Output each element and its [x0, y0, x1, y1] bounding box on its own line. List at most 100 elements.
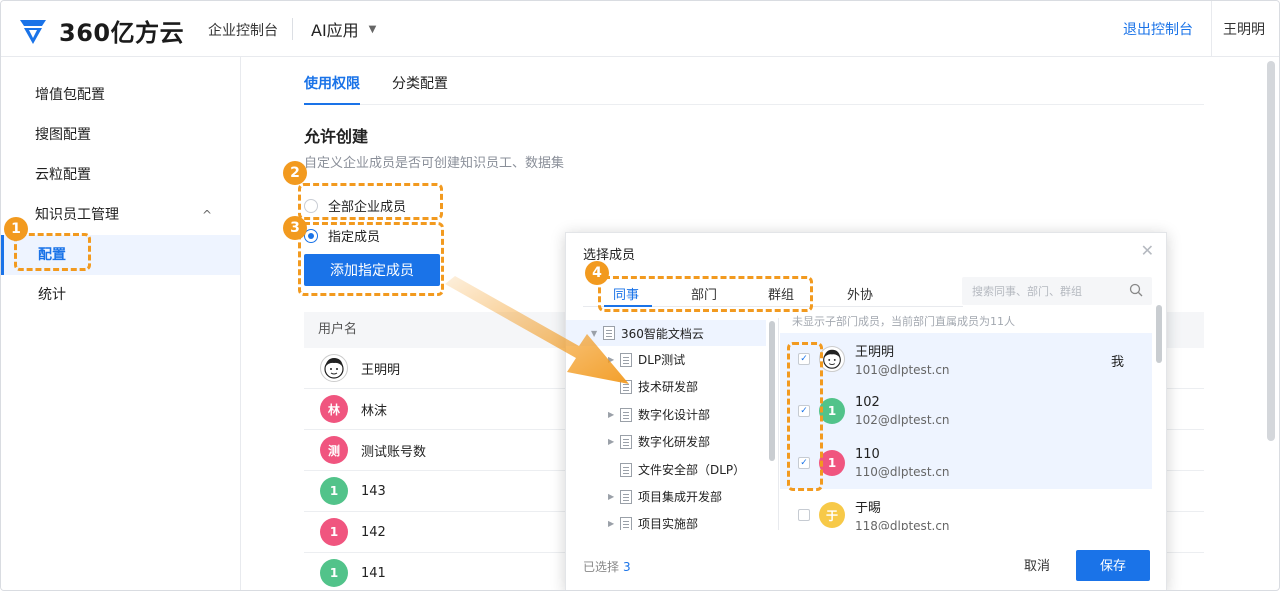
member-scrollbar[interactable] — [1156, 305, 1162, 363]
close-icon[interactable]: ✕ — [1141, 241, 1154, 260]
member-checkbox[interactable] — [798, 509, 810, 521]
building-icon — [620, 379, 632, 394]
member-info: 于晹 118@dlptest.cn — [855, 497, 950, 530]
tree-node[interactable]: ▶ 数字化研发部 — [608, 433, 710, 450]
tree-node-label: 文件安全部（DLP） — [638, 463, 746, 477]
member-email: 102@dlptest.cn — [855, 413, 950, 427]
sidebar-item-image-search-config[interactable]: 搜图配置 — [1, 115, 240, 155]
user-menu[interactable]: 王明明 — [1223, 19, 1265, 39]
top-bar: 360亿方云 企业控制台 AI应用 ▼ 退出控制台 王明明 — [1, 1, 1279, 57]
tree-node-label: 技术研发部 — [638, 380, 699, 394]
member-list: ✓ 王明明 101@dlptest.cn 我 ✓ 1 102 102@dlpte… — [780, 333, 1152, 530]
tab-category-config[interactable]: 分类配置 — [392, 73, 448, 93]
save-button[interactable]: 保存 — [1076, 550, 1150, 581]
caret-right-icon[interactable]: ▶ — [608, 410, 620, 419]
sidebar-item-label: 云粒配置 — [35, 167, 91, 183]
tree-scrollbar[interactable] — [769, 321, 775, 461]
sidebar-item-label: 搜图配置 — [35, 127, 91, 143]
avatar: 林 — [320, 395, 348, 423]
tree-node[interactable]: ▶ 项目集成开发部 — [608, 488, 722, 505]
app-window: 360亿方云 企业控制台 AI应用 ▼ 退出控制台 王明明 增值包配置 搜图配置… — [0, 0, 1280, 591]
page-scrollbar[interactable] — [1267, 61, 1275, 441]
member-row[interactable]: ✓ 1 110 110@dlptest.cn — [780, 437, 1152, 489]
cancel-button[interactable]: 取消 — [1012, 551, 1062, 581]
caret-right-icon[interactable]: ▶ — [608, 492, 620, 501]
avatar: 1 — [320, 518, 348, 546]
sidebar-item-cloud-credit-config[interactable]: 云粒配置 — [1, 155, 240, 195]
sidebar-item-stats[interactable]: 统计 — [1, 275, 240, 315]
callout-box-specified-members — [298, 222, 444, 296]
member-info: 110 110@dlptest.cn — [855, 447, 950, 479]
member-row[interactable]: ✓ 王明明 101@dlptest.cn 我 — [780, 333, 1152, 385]
user-name: 林沫 — [361, 403, 388, 419]
caret-down-icon[interactable]: ▼ — [591, 329, 603, 338]
selected-number: 3 — [623, 560, 631, 574]
caret-right-icon[interactable]: ▶ — [608, 437, 620, 446]
sidebar-item-label: 统计 — [38, 287, 66, 303]
member-search-input[interactable] — [962, 277, 1152, 305]
tab-external[interactable]: 外协 — [847, 284, 873, 303]
brand-name: 360亿方云 — [59, 19, 185, 47]
member-info: 王明明 101@dlptest.cn — [855, 341, 950, 377]
member-name: 102 — [855, 395, 880, 410]
console-label: 企业控制台 — [208, 23, 278, 39]
tree-node[interactable]: ▶ 项目实施部 — [608, 515, 698, 530]
member-row[interactable]: ✓ 1 102 102@dlptest.cn — [780, 385, 1152, 437]
caret-right-icon[interactable]: ▶ — [608, 519, 620, 528]
caret-right-icon[interactable]: ▶ — [608, 355, 620, 364]
sidebar-item-label: 知识员工管理 — [35, 207, 119, 223]
tree-node-root[interactable]: ▼ 360智能文档云 — [566, 320, 766, 346]
member-email: 110@dlptest.cn — [855, 465, 950, 479]
tree-node-label: 项目实施部 — [638, 517, 699, 530]
avatar — [320, 354, 348, 382]
tree-node-label: 360智能文档云 — [621, 326, 704, 341]
sidebar-item-knowledge-staff[interactable]: 知识员工管理 ^ — [1, 195, 240, 235]
building-icon — [620, 516, 632, 530]
sidebar: 增值包配置 搜图配置 云粒配置 知识员工管理 ^ 配置 统计 — [1, 57, 241, 590]
logo[interactable]: 360亿方云 — [17, 13, 184, 48]
member-email: 118@dlptest.cn — [855, 519, 950, 530]
user-name: 143 — [361, 483, 386, 499]
tree-node[interactable]: ▶ DLP测试 — [608, 351, 685, 368]
member-name: 110 — [855, 447, 880, 462]
search-icon[interactable] — [1129, 282, 1143, 301]
avatar: 1 — [320, 477, 348, 505]
section-description: 自定义企业成员是否可创建知识员工、数据集 — [304, 156, 565, 171]
member-row[interactable]: 于 于晹 118@dlptest.cn — [780, 489, 1152, 530]
callout-box-checkboxes — [787, 342, 823, 491]
active-tab-indicator — [304, 103, 360, 105]
avatar: 测 — [320, 436, 348, 464]
building-icon — [620, 489, 632, 504]
face-avatar-icon — [823, 349, 841, 369]
avatar: 于 — [819, 502, 845, 528]
ai-app-menu[interactable]: AI应用 ▼ — [311, 17, 376, 41]
tree-node-label: 项目集成开发部 — [638, 490, 723, 504]
avatar: 1 — [320, 559, 348, 587]
building-icon — [620, 434, 632, 449]
member-email: 101@dlptest.cn — [855, 363, 950, 377]
step-marker-2: 2 — [283, 161, 307, 185]
tab-permissions[interactable]: 使用权限 — [304, 73, 360, 93]
tree-node[interactable]: ▶ 数字化设计部 — [608, 406, 710, 423]
exit-console-link[interactable]: 退出控制台 — [1123, 19, 1193, 39]
tree-node-label: 数字化研发部 — [638, 435, 711, 449]
me-badge: 我 — [1110, 355, 1124, 370]
sidebar-item-label: 增值包配置 — [35, 87, 105, 103]
sidebar-item-addon-config[interactable]: 增值包配置 — [1, 75, 240, 115]
tree-node[interactable]: 技术研发部 — [620, 378, 698, 395]
callout-box-modal-tabs — [598, 276, 813, 312]
tab-divider — [304, 104, 1204, 105]
chevron-up-icon: ^ — [201, 208, 212, 222]
header-divider — [1211, 1, 1212, 57]
member-name: 于晹 — [855, 501, 882, 516]
ai-app-menu-label: AI应用 — [311, 21, 359, 40]
member-name: 王明明 — [855, 345, 895, 360]
section-title: 允许创建 — [304, 127, 369, 146]
callout-box-config — [14, 233, 91, 271]
tree-node-label: DLP测试 — [638, 353, 686, 367]
building-icon — [620, 352, 632, 367]
tree-node[interactable]: 文件安全部（DLP） — [620, 461, 745, 478]
column-header-username: 用户名 — [318, 322, 358, 337]
step-marker-1: 1 — [4, 217, 28, 241]
header-divider — [292, 18, 293, 40]
